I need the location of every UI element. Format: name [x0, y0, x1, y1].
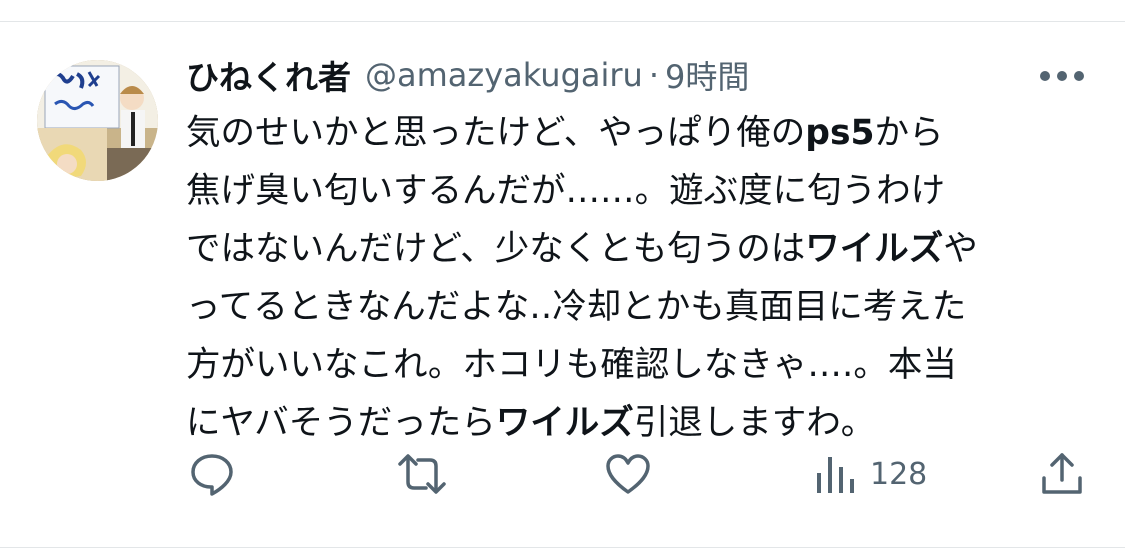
profile-avatar-icon: [37, 60, 158, 181]
author-handle[interactable]: @amazyakugairu: [365, 56, 643, 94]
views-button[interactable]: 128: [814, 450, 927, 498]
separator-dot: ·: [648, 56, 659, 94]
retweet-button[interactable]: [396, 450, 448, 498]
tweet-text-line: にヤバそうだったらワイルズ引退しますわ。: [186, 394, 1091, 452]
tweet-text-bold-segment: ワイルズ: [495, 403, 634, 443]
tweet-text-segment: から: [874, 113, 944, 153]
tweet-text-segment: にヤバそうだったら: [186, 403, 496, 443]
tweet-text: 気のせいかと思ったけど、やっぱり俺のps5から焦げ臭い匂いするんだが‥‥‥。遊ぶ…: [186, 104, 1091, 452]
tweet-text-segment: 引退しますわ。: [633, 403, 876, 443]
tweet-text-segment: 気のせいかと思ったけど、やっぱり俺の: [186, 113, 806, 153]
reply-icon: [191, 454, 233, 496]
share-icon: [1042, 453, 1082, 494]
tweet-text-line: ってるときなんだよな‥冷却とかも真面目に考えた: [186, 278, 1091, 336]
tweet-text-segment: ではないんだけど、少なくとも匂うのは: [186, 229, 806, 269]
tweet-text-line: 気のせいかと思ったけど、やっぱり俺のps5から: [186, 104, 1091, 162]
tweet-header: ひねくれ者 @amazyakugairu · 9時間: [186, 50, 749, 100]
author-display-name[interactable]: ひねくれ者: [186, 51, 351, 99]
tweet-text-segment: や: [943, 229, 978, 269]
more-horizontal-icon: [1040, 71, 1084, 81]
tweet-text-segment: 焦げ臭い匂いするんだが‥‥‥。遊ぶ度に匂うわけ: [186, 171, 946, 211]
views-bar-chart-icon: [817, 457, 854, 493]
top-divider: [0, 21, 1125, 22]
tweet-text-line: 方がいいなこれ。ホコリも確認しなきゃ‥‥。本当: [186, 336, 1091, 394]
heart-icon: [606, 454, 650, 494]
tweet-text-line: 焦げ臭い匂いするんだが‥‥‥。遊ぶ度に匂うわけ: [186, 162, 1091, 220]
reply-button[interactable]: [188, 450, 236, 498]
author-avatar[interactable]: [37, 60, 158, 181]
bottom-divider: [0, 547, 1125, 548]
tweet-text-bold-segment: ps5: [805, 113, 875, 153]
retweet-icon: [398, 454, 446, 494]
like-button[interactable]: [604, 450, 652, 498]
share-button[interactable]: [1038, 450, 1086, 498]
tweet-text-segment: 方がいいなこれ。ホコリも確認しなきゃ‥‥。本当: [186, 345, 957, 385]
tweet-text-segment: ってるときなんだよな‥冷却とかも真面目に考えた: [186, 287, 967, 327]
more-options-button[interactable]: [1036, 58, 1088, 94]
views-count: 128: [870, 456, 928, 492]
tweet-text-bold-segment: ワイルズ: [805, 229, 944, 269]
tweet-text-line: ではないんだけど、少なくとも匂うのはワイルズや: [186, 220, 1091, 278]
tweet-timestamp[interactable]: 9時間: [665, 52, 749, 98]
